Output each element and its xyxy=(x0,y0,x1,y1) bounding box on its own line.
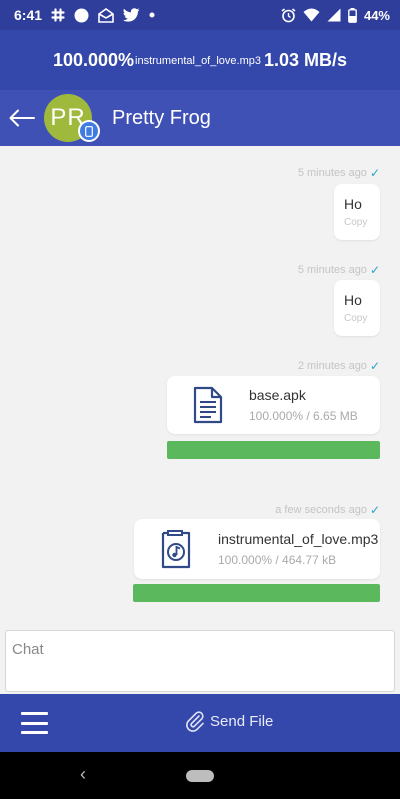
mail-icon xyxy=(98,7,114,23)
status-time: 6:41 xyxy=(14,7,43,23)
file-progress-bar xyxy=(133,584,380,602)
transfer-percent: 100.000% xyxy=(52,49,135,70)
arrow-left-icon xyxy=(9,109,35,127)
copy-button[interactable]: Copy xyxy=(344,217,370,228)
copy-button[interactable]: Copy xyxy=(344,313,370,324)
message-bubble[interactable]: Ho Copy xyxy=(334,184,380,240)
slack-icon xyxy=(51,8,65,22)
send-file-button[interactable]: Send File xyxy=(184,710,273,732)
file-name: base.apk xyxy=(249,387,306,403)
message-bubble[interactable]: Ho Copy xyxy=(334,280,380,336)
file-info: instrumental_of_love.mp3 100.000% / 464.… xyxy=(218,531,378,567)
document-icon xyxy=(167,386,249,424)
device-badge xyxy=(78,120,100,142)
send-file-label: Send File xyxy=(210,712,274,730)
message-time: 5 minutes ago xyxy=(297,264,367,276)
chat-area[interactable]: 5 minutes ago ✓ Ho Copy 5 minutes ago ✓ … xyxy=(0,146,400,630)
message-time: 5 minutes ago xyxy=(297,167,367,179)
message-text: Ho xyxy=(344,196,362,212)
progress-fill xyxy=(167,441,380,459)
transfer-speed: 1.03 MB/s xyxy=(264,49,348,70)
check-icon: ✓ xyxy=(369,166,380,180)
file-info: base.apk 100.000% / 6.65 MB xyxy=(249,387,358,423)
file-time: a few seconds ago xyxy=(275,504,367,516)
system-nav-bar: ‹ xyxy=(0,752,400,799)
chat-input-container xyxy=(0,630,400,694)
check-icon: ✓ xyxy=(369,503,380,517)
file-progress-text: 100.000% / 464.77 kB xyxy=(218,553,337,567)
file-time: 2 minutes ago xyxy=(297,360,367,372)
bottom-bar: Send File xyxy=(0,694,400,752)
menu-button[interactable] xyxy=(21,712,48,734)
dot-icon xyxy=(149,12,155,18)
file-meta: a few seconds ago ✓ xyxy=(275,503,380,517)
message-meta: 5 minutes ago ✓ xyxy=(298,166,380,180)
menu-icon-line xyxy=(21,731,48,734)
back-button[interactable] xyxy=(0,90,44,146)
message-meta: 5 minutes ago ✓ xyxy=(298,263,380,277)
nav-home-button[interactable] xyxy=(186,770,214,782)
paperclip-icon xyxy=(186,711,204,732)
file-meta: 2 minutes ago ✓ xyxy=(298,359,380,373)
file-name: instrumental_of_love.mp3 xyxy=(218,531,379,547)
music-file-icon xyxy=(134,529,218,569)
alarm-icon xyxy=(281,7,296,23)
app-header: PR Pretty Frog xyxy=(0,90,400,146)
file-card[interactable]: instrumental_of_love.mp3 100.000% / 464.… xyxy=(134,519,380,579)
transfer-status-bar: 100.000% instrumental_of_love.mp3 1.03 M… xyxy=(0,30,400,90)
avatar[interactable]: PR xyxy=(44,94,100,142)
contact-name[interactable]: Pretty Frog xyxy=(112,107,211,130)
menu-icon-line xyxy=(21,712,48,715)
file-card[interactable]: base.apk 100.000% / 6.65 MB xyxy=(167,376,380,434)
status-bar: 6:41 44% xyxy=(0,0,400,30)
nav-back-icon[interactable]: ‹ xyxy=(80,764,86,785)
signal-icon xyxy=(327,8,341,22)
menu-icon-line xyxy=(21,721,48,725)
battery-percent: 44% xyxy=(363,7,390,23)
circle-icon xyxy=(74,8,89,23)
check-icon: ✓ xyxy=(369,263,380,277)
wifi-icon xyxy=(303,8,320,22)
file-progress-bar xyxy=(167,441,380,459)
phone-icon xyxy=(80,122,98,140)
message-text: Ho xyxy=(344,292,362,308)
file-progress-text: 100.000% / 6.65 MB xyxy=(249,409,358,423)
battery-icon xyxy=(348,7,357,23)
transfer-file-name: instrumental_of_love.mp3 xyxy=(135,55,261,67)
progress-fill xyxy=(133,584,380,602)
chat-input[interactable] xyxy=(5,630,395,692)
twitter-icon xyxy=(123,8,140,22)
check-icon: ✓ xyxy=(369,359,380,373)
